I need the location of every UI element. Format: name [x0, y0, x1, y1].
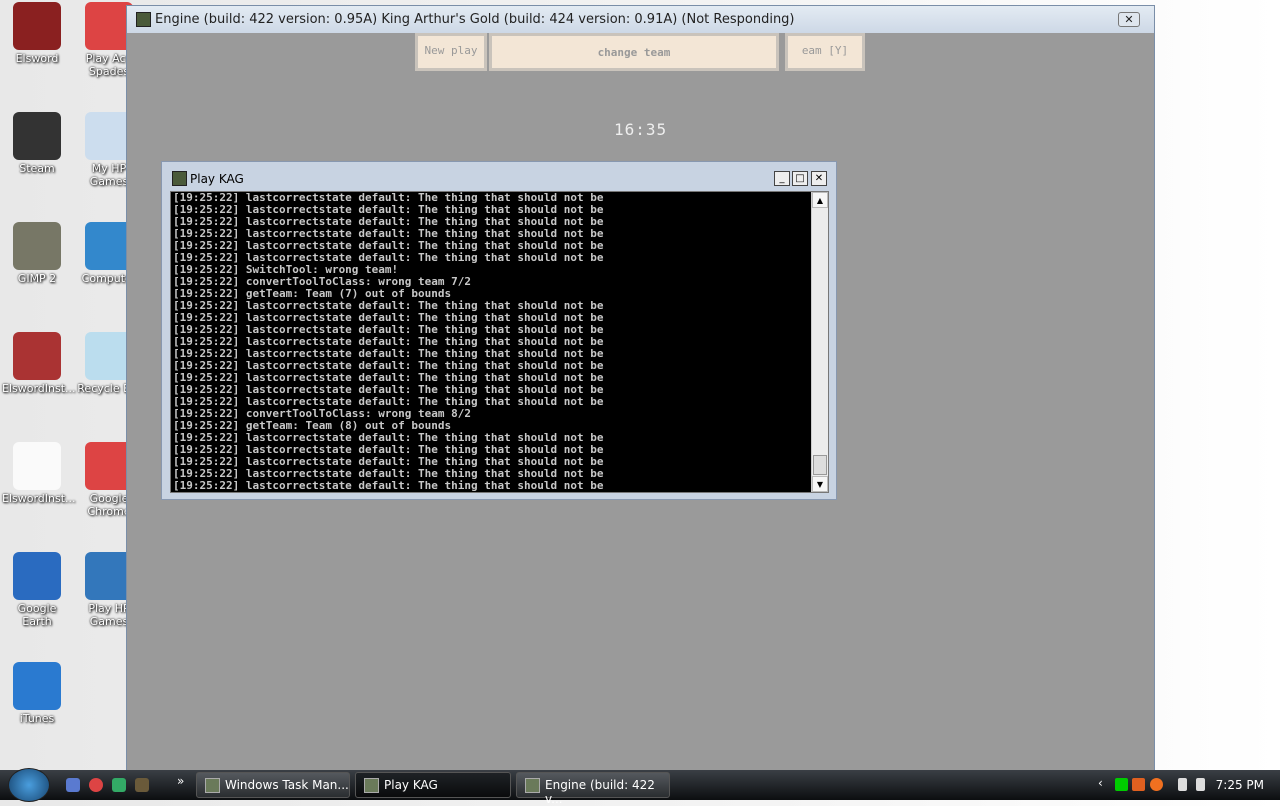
- play-kag-titlebar[interactable]: Play KAG _ □ ✕: [162, 162, 836, 190]
- start-button[interactable]: [8, 768, 50, 802]
- tray-green-icon[interactable]: [1115, 778, 1128, 791]
- console-output[interactable]: [19:25:22] lastcorrectstate default: The…: [170, 191, 829, 493]
- game-window-titlebar[interactable]: Engine (build: 422 version: 0.95A) King …: [127, 6, 1154, 33]
- kag-app-icon: [136, 12, 151, 27]
- show-hidden-icons-chevron-icon[interactable]: ‹: [1098, 776, 1103, 790]
- desktop-icon-label: iTunes: [19, 712, 55, 725]
- play-kag-window[interactable]: Play KAG _ □ ✕ [19:25:22] lastcorrectsta…: [161, 161, 837, 500]
- tray-java-icon[interactable]: [1132, 778, 1145, 791]
- play-kag-title: Play KAG: [190, 172, 244, 186]
- vertical-scrollbar[interactable]: ▲ ▼: [811, 192, 828, 492]
- new-player-banner[interactable]: New play: [415, 33, 487, 71]
- console-line: [19:25:22] lastcorrectstate default: The…: [173, 479, 604, 492]
- shortcut-icon: [13, 222, 61, 270]
- console-lines: [19:25:22] lastcorrectstate default: The…: [173, 192, 811, 492]
- shortcut-icon: [13, 112, 61, 160]
- game-timer: 16:35: [614, 120, 668, 139]
- desktop-icon-label: Google Chrome: [87, 492, 131, 518]
- scroll-thumb[interactable]: [813, 455, 827, 475]
- taskbar-engine[interactable]: Engine (build: 422 v...: [516, 772, 670, 806]
- close-button[interactable]: ✕: [1118, 12, 1140, 27]
- scroll-down-arrow-icon[interactable]: ▼: [812, 476, 828, 492]
- desktop-icon-label: My HP Games: [89, 162, 129, 188]
- kag-app-icon: [172, 171, 187, 186]
- shortcut-icon: [13, 332, 61, 380]
- desktop-icon[interactable]: GIMP 2: [2, 222, 72, 285]
- maximize-button[interactable]: □: [792, 171, 808, 186]
- desktop-icon[interactable]: iTunes: [2, 662, 72, 725]
- shortcut-icon: [13, 442, 61, 490]
- tray-avast-icon[interactable]: [1150, 778, 1163, 791]
- desktop-icon[interactable]: Elsword: [2, 2, 72, 65]
- kag-icon: [364, 778, 379, 793]
- team-key-banner[interactable]: eam [Y]: [785, 33, 865, 71]
- scroll-up-arrow-icon[interactable]: ▲: [812, 192, 828, 208]
- task-manager-icon: [205, 778, 220, 793]
- minecraft-quicklaunch-icon[interactable]: [135, 778, 149, 792]
- app-quicklaunch-icon[interactable]: [112, 778, 126, 792]
- shortcut-icon: [13, 552, 61, 600]
- hp-quicklaunch-icon[interactable]: [66, 778, 80, 792]
- desktop-icon-label: ElswordInst...: [2, 382, 76, 395]
- desktop-icon[interactable]: ElswordInst...: [2, 332, 76, 395]
- taskbar-task-manager[interactable]: Windows Task Man...: [196, 772, 350, 798]
- change-team-banner[interactable]: change team: [489, 33, 779, 71]
- desktop-icon[interactable]: Google Earth: [2, 552, 72, 628]
- desktop-icon-label: Elsword: [15, 52, 59, 65]
- desktop-icon-label: Google Earth: [17, 602, 57, 628]
- clock[interactable]: 7:25 PM: [1216, 778, 1264, 792]
- desktop-icon-label: ElswordInst...: [2, 492, 76, 505]
- desktop-icon-label: Steam: [19, 162, 55, 175]
- desktop-icon-label: GIMP 2: [17, 272, 57, 285]
- desktop-icon-label: Play HP Games: [88, 602, 130, 628]
- quicklaunch-overflow[interactable]: »: [177, 774, 184, 788]
- game-window-title: Engine (build: 422 version: 0.95A) King …: [155, 12, 795, 27]
- minimize-button[interactable]: _: [774, 171, 790, 186]
- volume-icon[interactable]: [1196, 778, 1205, 791]
- kag-icon: [525, 778, 540, 793]
- shortcut-icon: [13, 2, 61, 50]
- taskbar: » Windows Task Man... Play KAG Engine (b…: [0, 768, 1280, 806]
- desktop-icon[interactable]: Steam: [2, 112, 72, 175]
- battery-icon[interactable]: [1178, 778, 1187, 791]
- desktop-icon[interactable]: ElswordInst...: [2, 442, 76, 505]
- taskbar-play-kag[interactable]: Play KAG: [355, 772, 511, 798]
- close-button[interactable]: ✕: [811, 171, 827, 186]
- chrome-quicklaunch-icon[interactable]: [89, 778, 103, 792]
- shortcut-icon: [13, 662, 61, 710]
